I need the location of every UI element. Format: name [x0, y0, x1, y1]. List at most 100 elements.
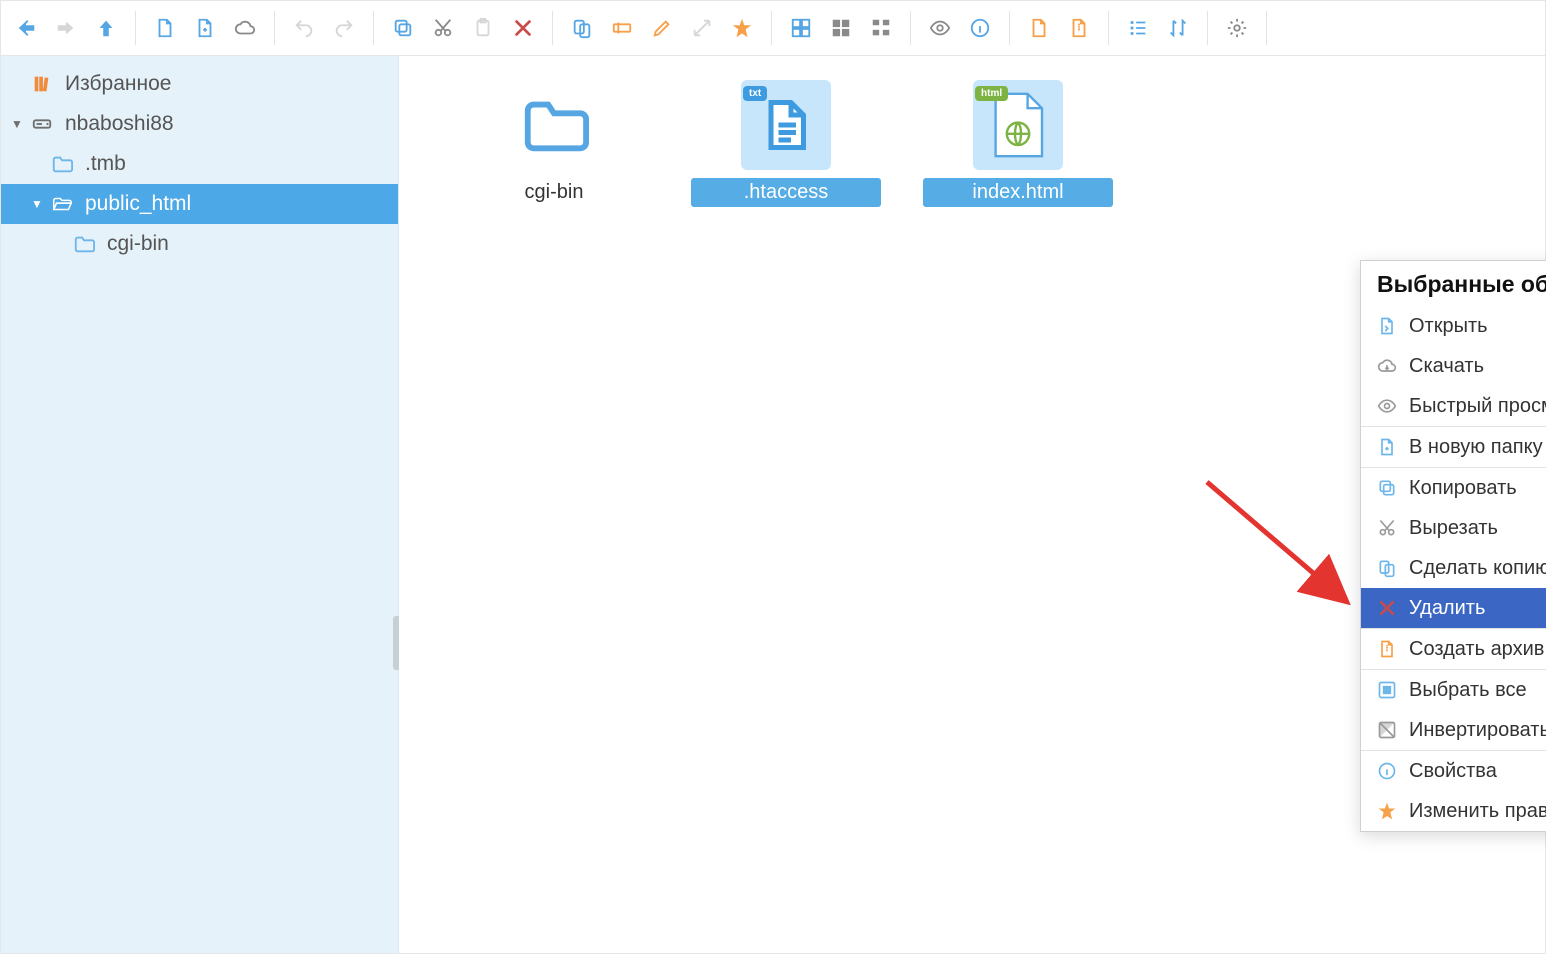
- annotation-arrow: [1199, 474, 1359, 624]
- context-menu-item[interactable]: Быстрый просмотр: [1361, 386, 1546, 426]
- toolbar-separator: [910, 11, 911, 45]
- toolbar-separator: [552, 11, 553, 45]
- new-file-button[interactable]: [146, 9, 184, 47]
- context-menu-item-label: Сделать копию: [1409, 557, 1546, 580]
- tree-item[interactable]: cgi-bin: [1, 224, 398, 264]
- view-medium-button[interactable]: [822, 9, 860, 47]
- cut-button[interactable]: [424, 9, 462, 47]
- tree-item[interactable]: Избранное: [1, 64, 398, 104]
- star-icon: [1375, 799, 1399, 823]
- rename-button[interactable]: [603, 9, 641, 47]
- context-menu-item[interactable]: Сделать копию: [1361, 548, 1546, 588]
- context-menu-item[interactable]: Инвертировать выбор: [1361, 710, 1546, 750]
- delete-button[interactable]: [504, 9, 542, 47]
- delete-x-icon: [1375, 596, 1399, 620]
- settings-button[interactable]: [1218, 9, 1256, 47]
- sort-button[interactable]: [1159, 9, 1197, 47]
- context-menu-item-label: Изменить права доступа: [1409, 800, 1546, 823]
- tree-item[interactable]: .tmb: [1, 144, 398, 184]
- context-menu-item[interactable]: Свойства: [1361, 751, 1546, 791]
- tree-item-label: Избранное: [65, 72, 171, 96]
- redo-button[interactable]: [325, 9, 363, 47]
- toolbar-separator: [274, 11, 275, 45]
- context-menu-item[interactable]: В новую папку: [1361, 427, 1546, 467]
- toolbar-separator: [135, 11, 136, 45]
- chevron-down-icon[interactable]: ▼: [5, 112, 29, 136]
- chevron-down-icon[interactable]: ▼: [25, 192, 49, 216]
- context-menu-item-label: Копировать: [1409, 477, 1517, 500]
- forward-button[interactable]: [47, 9, 85, 47]
- tree-item[interactable]: ▼ nbaboshi88: [1, 104, 398, 144]
- books-icon: [29, 71, 55, 97]
- tree-item-label: public_html: [85, 192, 191, 216]
- context-menu: Выбранные объекты (2) Открыть Скачать Быст…: [1360, 260, 1546, 832]
- file-grid[interactable]: cgi-bin txt .htaccess html index.html Выбран…: [399, 56, 1545, 953]
- permissions-button[interactable]: [723, 9, 761, 47]
- undo-button[interactable]: [285, 9, 323, 47]
- file-item[interactable]: cgi-bin: [459, 80, 649, 207]
- context-menu-item[interactable]: Удалить: [1361, 588, 1546, 628]
- file-item[interactable]: txt .htaccess: [691, 80, 881, 207]
- paste-button[interactable]: [464, 9, 502, 47]
- folder-tree-sidebar: Избранное ▼ nbaboshi88 .tmb ▼ public_html cgi-…: [1, 56, 399, 953]
- view-icons-button[interactable]: [782, 9, 820, 47]
- archive-button[interactable]: [1060, 9, 1098, 47]
- tree-item-label: .tmb: [85, 152, 126, 176]
- context-menu-item[interactable]: Создать архив▶: [1361, 629, 1546, 669]
- back-button[interactable]: [7, 9, 45, 47]
- html-file-icon: html: [973, 80, 1063, 170]
- context-menu-item-label: Свойства: [1409, 760, 1497, 783]
- info-button[interactable]: [961, 9, 999, 47]
- edit-button[interactable]: [643, 9, 681, 47]
- file-zip-icon: [1375, 637, 1399, 661]
- toolbar-separator: [373, 11, 374, 45]
- resize-button[interactable]: [683, 9, 721, 47]
- context-menu-item[interactable]: Копировать: [1361, 468, 1546, 508]
- context-menu-item-label: В новую папку: [1409, 436, 1543, 459]
- toolbar-separator: [1009, 11, 1010, 45]
- new-file-plus-button[interactable]: [186, 9, 224, 47]
- file-new-icon: [1375, 435, 1399, 459]
- list-view-button[interactable]: [1119, 9, 1157, 47]
- tree-item-label: cgi-bin: [107, 232, 169, 256]
- extract-button[interactable]: [1020, 9, 1058, 47]
- duplicate-button[interactable]: [563, 9, 601, 47]
- folder-icon: [509, 80, 599, 170]
- file-label: cgi-bin: [509, 178, 600, 207]
- file-label: index.html: [923, 178, 1113, 207]
- context-menu-item[interactable]: Открыть: [1361, 306, 1546, 346]
- context-menu-item[interactable]: Скачать: [1361, 346, 1546, 386]
- toolbar-separator: [1108, 11, 1109, 45]
- tree-item[interactable]: ▼ public_html: [1, 184, 398, 224]
- context-menu-item-label: Скачать: [1409, 355, 1484, 378]
- eye-icon: [1375, 394, 1399, 418]
- context-menu-item-label: Удалить: [1409, 597, 1485, 620]
- file-open-icon: [1375, 314, 1399, 338]
- toolbar-separator: [1266, 11, 1267, 45]
- file-item[interactable]: html index.html: [923, 80, 1113, 207]
- context-menu-title: Выбранные объекты (2): [1361, 261, 1546, 306]
- upload-button[interactable]: [226, 9, 264, 47]
- toolbar-separator: [771, 11, 772, 45]
- context-menu-item[interactable]: Изменить права доступа: [1361, 791, 1546, 831]
- file-label: .htaccess: [691, 178, 881, 207]
- view-list-button[interactable]: [862, 9, 900, 47]
- badge-txt: txt: [743, 86, 767, 101]
- context-menu-item[interactable]: Выбрать все: [1361, 670, 1546, 710]
- up-button[interactable]: [87, 9, 125, 47]
- toolbar-separator: [1207, 11, 1208, 45]
- badge-html: html: [975, 86, 1008, 101]
- info-icon: [1375, 759, 1399, 783]
- txt-file-icon: txt: [741, 80, 831, 170]
- select-all-icon: [1375, 678, 1399, 702]
- copy-button[interactable]: [384, 9, 422, 47]
- context-menu-item-label: Быстрый просмотр: [1409, 395, 1546, 418]
- folder-icon: [71, 231, 97, 257]
- tree-item-label: nbaboshi88: [65, 112, 174, 136]
- preview-button[interactable]: [921, 9, 959, 47]
- context-menu-item[interactable]: Вырезать: [1361, 508, 1546, 548]
- cloud-down-icon: [1375, 354, 1399, 378]
- folder-icon: [49, 151, 75, 177]
- hdd-icon: [29, 111, 55, 137]
- context-menu-item-label: Выбрать все: [1409, 679, 1527, 702]
